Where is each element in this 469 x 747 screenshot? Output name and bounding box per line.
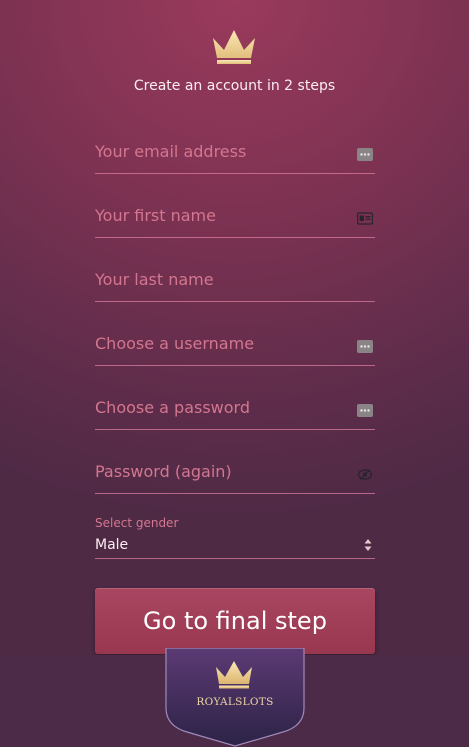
id-card-icon [357,212,373,225]
first-name-placeholder: Your first name [95,206,216,225]
page-title: Create an account in 2 steps [133,78,336,94]
username-field[interactable]: Choose a username [95,332,375,366]
dots-icon[interactable] [357,404,373,417]
password-confirm-placeholder: Password (again) [95,462,232,481]
last-name-placeholder: Your last name [95,270,214,289]
dots-icon[interactable] [357,148,373,161]
password-confirm-field[interactable]: Password (again) [95,460,375,494]
brand-name: ROYALSLOTS [196,696,274,708]
email-placeholder: Your email address [95,142,247,161]
email-field[interactable]: Your email address [95,140,375,174]
eye-icon[interactable] [357,468,373,481]
password-field[interactable]: Choose a password [95,396,375,430]
username-placeholder: Choose a username [95,334,255,353]
last-name-field[interactable]: Your last name [95,268,375,302]
gender-label: Select gender [95,516,179,530]
password-placeholder: Choose a password [95,398,251,417]
dots-icon[interactable] [357,340,373,353]
go-to-final-step-button[interactable]: Go to final step [95,588,375,654]
crown-icon [216,661,252,689]
gender-select[interactable]: Male [95,533,375,559]
crown-logo-icon [213,30,255,64]
select-arrows-icon [364,539,372,551]
gender-value: Male [95,537,129,553]
first-name-field[interactable]: Your first name [95,204,375,238]
